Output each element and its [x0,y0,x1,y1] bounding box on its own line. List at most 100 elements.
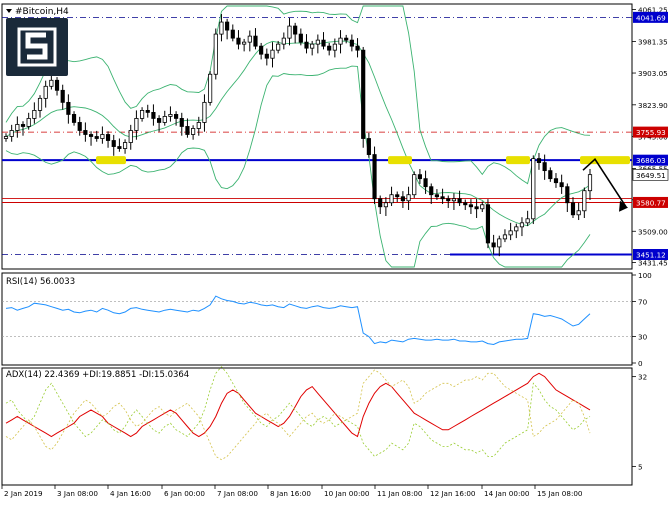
candle-body [253,35,258,47]
candle-body [429,186,434,196]
candle-body [502,234,508,240]
candle-body [480,204,485,210]
candle-body [417,174,422,180]
time-tick-label: 10 Jan 00:00 [324,489,370,498]
price-tag-label: 3580.77 [636,198,666,207]
candle-body [514,226,519,232]
highlight-marker [96,156,126,165]
candle-body [293,25,298,35]
candle-body [60,89,65,103]
candle-body [491,242,496,248]
candle-body [94,136,99,139]
candle-body [54,79,60,91]
candle-body [542,162,547,172]
candle-body [242,41,247,45]
highlight-marker [506,156,530,165]
candle-body [83,130,88,135]
candle-body [451,198,457,202]
candle-body [434,194,439,198]
price-tag-label: 3451.12 [636,251,666,260]
candle-body [270,49,275,59]
adx-tick-label: 32 [638,373,647,382]
candle-body [423,178,428,188]
time-tick-label: 2 Jan 2019 [4,489,43,498]
candle-body [15,124,20,131]
trading-chart-window: 4061.253981.353903.053823.903745.003665.… [0,0,670,502]
candle-body [457,198,462,204]
candle-body [157,118,162,123]
candle-body [412,174,417,196]
rsi-panel-frame [1,272,633,366]
candle-body [468,204,474,208]
time-tick-label: 12 Jan 16:00 [430,489,476,498]
candle-body [276,43,281,51]
price-tick-label: 3823.90 [638,101,668,110]
candle-body [378,198,383,208]
candle-body [88,134,94,137]
candle-body [361,49,366,139]
rsi-label: RSI(14) 56.0033 [6,277,75,287]
candle-body [395,194,400,198]
candle-body [134,118,139,131]
time-tick-label: 3 Jan 08:00 [57,489,98,498]
candle-body [338,37,343,45]
candle-body [553,178,559,184]
candle-body [145,110,150,113]
candle-body [105,134,111,141]
candle-body [570,202,576,216]
candle-body [463,202,468,206]
candle-body [179,118,184,127]
candle-body [508,230,513,236]
adx-tick-label: 5 [638,462,643,471]
rsi-tick-label: 100 [638,271,652,280]
candle-body [485,204,491,244]
candle-body [43,85,48,99]
candle-body [139,110,145,119]
candle-body [202,101,207,123]
price-tag-label: 3686.03 [636,156,666,165]
candle-body [3,136,9,139]
candle-body [191,128,196,135]
candle-body [219,21,224,35]
time-tick-label: 7 Jan 08:00 [217,489,258,498]
candle-body [366,138,371,155]
candle-body [281,37,286,45]
candle-body [236,37,241,45]
candle-body [321,39,326,47]
candle-body [327,45,332,51]
candle-body [185,126,190,135]
candle-body [372,154,377,200]
time-tick-label: 4 Jan 16:00 [110,489,151,498]
symbol-label: #Bitcoin,H4 [15,7,69,17]
candle-body [208,73,213,103]
candle-body [559,182,564,188]
highlight-marker [388,156,412,165]
price-tag-label: 3755.93 [636,128,666,137]
candle-body [77,122,82,131]
candle-body [519,222,525,228]
candle-body [344,37,349,41]
candle-body [168,114,173,117]
time-tick-label: 8 Jan 16:00 [270,489,311,498]
candle-body [315,39,320,45]
time-tick-label: 11 Jan 08:00 [377,489,423,498]
candle-body [474,206,479,210]
time-tick-label: 14 Jan 00:00 [484,489,530,498]
candle-body [174,114,179,119]
broker-logo [6,18,68,76]
candle-body [355,45,360,51]
candle-body [525,218,530,224]
candle-body [304,41,309,49]
price-tag-label: 3649.51 [636,171,666,180]
price-tick-label: 3509.00 [638,227,668,236]
candle-body [440,196,445,200]
candle-body [20,124,26,127]
candle-body [247,35,252,43]
candle-body [548,170,553,180]
chart-canvas[interactable]: 4061.253981.353903.053823.903745.003665.… [0,0,670,502]
candle-body [122,142,128,149]
candle-body [100,134,105,139]
candle-body [576,210,581,216]
candle-body [71,114,77,123]
price-tag-label: 4041.69 [636,13,666,22]
